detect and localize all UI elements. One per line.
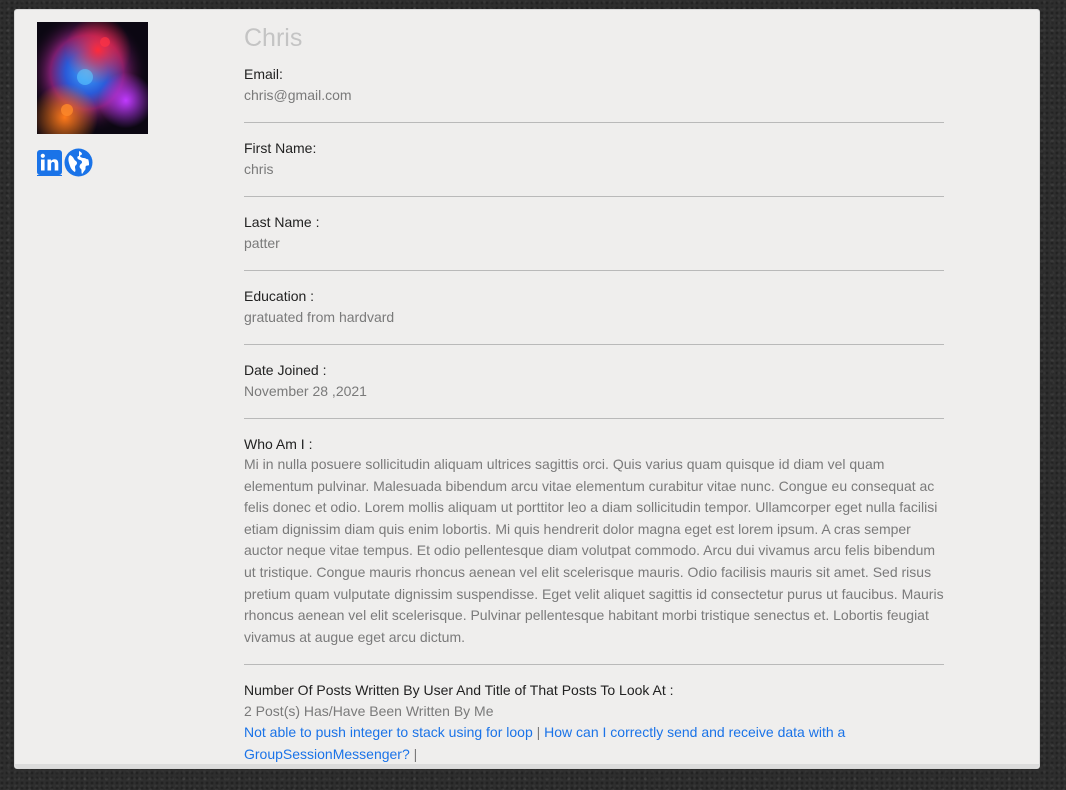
post-links: Not able to push integer to stack using … — [244, 722, 944, 765]
who-am-i-section: Who Am I : Mi in nulla posuere sollicitu… — [244, 434, 944, 648]
education-value: gratuated from hardvard — [244, 309, 395, 325]
avatar — [37, 22, 148, 134]
who-am-i-label: Who Am I : — [244, 436, 313, 452]
divider — [244, 122, 944, 123]
divider — [244, 196, 944, 197]
profile-details: Chris Email: chris@gmail.com First Name:… — [244, 23, 944, 765]
posts-label: Number Of Posts Written By User And Titl… — [244, 682, 674, 699]
date-joined-section: Date Joined : November 28 ,2021 — [244, 360, 944, 402]
email-value: chris@gmail.com — [244, 87, 352, 103]
divider — [244, 418, 944, 419]
first-name-value: chris — [244, 161, 274, 177]
profile-card: Chris Email: chris@gmail.com First Name:… — [14, 9, 1040, 769]
post-separator: | — [536, 724, 541, 741]
first-name-section: First Name: chris — [244, 138, 944, 180]
posts-section: Number Of Posts Written By User And Titl… — [244, 680, 944, 765]
email-section: Email: chris@gmail.com — [244, 64, 944, 106]
divider — [244, 344, 944, 345]
last-name-section: Last Name : patter — [244, 212, 944, 254]
education-section: Education : gratuated from hardvard — [244, 286, 944, 328]
who-am-i-text: Mi in nulla posuere sollicitudin aliquam… — [244, 456, 944, 645]
card-bottom-edge — [15, 764, 1039, 768]
email-label: Email: — [244, 66, 283, 82]
last-name-label: Last Name : — [244, 214, 320, 230]
profile-sidebar — [37, 22, 197, 177]
linkedin-link[interactable] — [37, 149, 62, 176]
date-joined-value: November 28 ,2021 — [244, 383, 367, 399]
date-joined-label: Date Joined : — [244, 362, 327, 378]
posts-count: 2 Post(s) Has/Have Been Written By Me — [244, 703, 494, 720]
profile-name: Chris — [244, 24, 303, 52]
social-links — [37, 148, 197, 177]
first-name-label: First Name: — [244, 140, 317, 156]
post-separator: | — [413, 745, 418, 762]
divider — [244, 664, 944, 666]
website-link[interactable] — [64, 148, 93, 177]
last-name-value: patter — [244, 235, 280, 251]
linkedin-icon — [37, 149, 62, 175]
post-link[interactable]: Not able to push integer to stack using … — [244, 724, 533, 740]
education-label: Education : — [244, 288, 315, 304]
divider — [244, 270, 944, 271]
globe-icon — [64, 148, 93, 177]
